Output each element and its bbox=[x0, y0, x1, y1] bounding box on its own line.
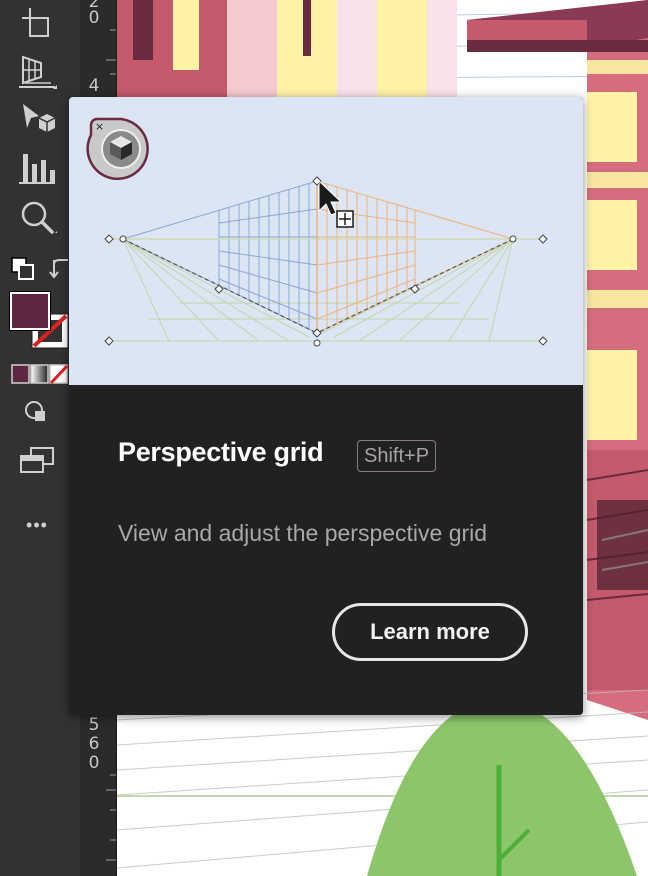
more-tools-icon: ••• bbox=[26, 514, 48, 535]
artboard-tool[interactable] bbox=[14, 4, 60, 44]
perspective-grid-tool[interactable] bbox=[14, 52, 60, 92]
draw-mode-button[interactable] bbox=[14, 392, 60, 432]
learn-more-button[interactable]: Learn more bbox=[332, 603, 528, 661]
ruler-label: 0 bbox=[88, 8, 100, 28]
learn-more-label: Learn more bbox=[370, 619, 490, 644]
perspective-grid-illustration: × bbox=[86, 117, 548, 347]
screen-mode-button[interactable] bbox=[14, 440, 60, 480]
fill-swatch[interactable] bbox=[10, 292, 50, 330]
rich-tooltip: × Perspective grid Shift+P View and adju… bbox=[69, 97, 583, 715]
ruler-label: 0 bbox=[88, 753, 100, 773]
perspective-grid-icon bbox=[19, 55, 57, 89]
screen-mode-icon bbox=[20, 447, 54, 473]
tooltip-description: View and adjust the perspective grid bbox=[118, 520, 488, 546]
zoom-tool[interactable] bbox=[14, 196, 60, 236]
ruler-label: 6 bbox=[88, 734, 100, 754]
ruler-label: 5 bbox=[88, 715, 100, 735]
tooltip-title: Perspective grid bbox=[118, 437, 324, 467]
fill-stroke-swatches[interactable] bbox=[10, 292, 72, 352]
ruler-label: 4 bbox=[88, 76, 100, 96]
cursor-icon bbox=[318, 179, 354, 228]
keyboard-shortcut-badge: Shift+P bbox=[357, 440, 437, 472]
default-fill-stroke-button[interactable] bbox=[10, 256, 38, 282]
tooltip-illustration: × bbox=[69, 97, 583, 385]
draw-mode-icon bbox=[25, 401, 45, 421]
color-mode-buttons[interactable] bbox=[11, 364, 69, 385]
color-mode-icon bbox=[11, 364, 69, 385]
more-tools-button[interactable]: ••• bbox=[14, 505, 60, 545]
fill-swatch-icon bbox=[12, 294, 48, 328]
close-icon: × bbox=[95, 120, 104, 133]
artboard-icon bbox=[22, 8, 49, 37]
symbol-sprayer-icon bbox=[23, 104, 56, 132]
zoom-icon bbox=[21, 201, 57, 234]
symbol-sprayer-tool[interactable] bbox=[14, 99, 60, 139]
column-graph-tool[interactable] bbox=[14, 147, 60, 187]
column-graph-icon bbox=[19, 154, 55, 184]
default-fill-stroke-icon bbox=[11, 257, 34, 280]
